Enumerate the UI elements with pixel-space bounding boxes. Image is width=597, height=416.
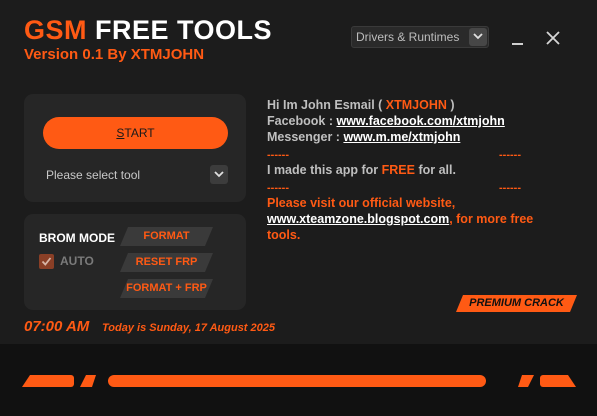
title-rest: FREE TOOLS (95, 15, 273, 45)
greeting-line: Hi Im John Esmail ( XTMJOHN ) (267, 98, 455, 112)
messenger-line: Messenger : www.m.me/xtmjohn (267, 130, 461, 144)
divider-right: ------ (499, 182, 521, 194)
messenger-link[interactable]: www.m.me/xtmjohn (343, 130, 460, 144)
app-window: GSM FREE TOOLS Version 0.1 By XTMJOHN Dr… (0, 0, 597, 416)
format-button[interactable]: FORMAT (120, 227, 213, 246)
check-icon (41, 257, 52, 266)
version-label: Version 0.1 By XTMJOHN (24, 46, 205, 63)
tool-panel: START Please select tool (24, 94, 246, 202)
footer-progress-bar (108, 375, 486, 387)
divider-right: ------ (499, 149, 521, 161)
start-button[interactable]: START (43, 117, 228, 149)
reset-frp-button[interactable]: RESET FRP (120, 253, 213, 272)
start-button-label: TART (124, 126, 155, 140)
format-frp-button[interactable]: FORMAT + FRP (120, 279, 213, 298)
footer-deco (80, 375, 96, 387)
premium-crack-button[interactable]: PREMIUM CRACK (456, 295, 577, 312)
divider-left: ------ (267, 182, 289, 194)
today-date: Today is Sunday, 17 August 2025 (102, 322, 275, 334)
brom-mode-label: BROM MODE (39, 231, 115, 245)
divider-left: ------ (267, 149, 289, 161)
footer-deco (540, 375, 576, 387)
dropdown-value: Drivers & Runtimes (356, 30, 460, 44)
auto-checkbox[interactable] (39, 254, 54, 269)
close-icon[interactable] (545, 30, 561, 46)
tool-select[interactable]: Please select tool (46, 168, 140, 182)
minimize-icon[interactable] (508, 28, 526, 46)
tools-line: tools. (267, 228, 301, 242)
free-line: I made this app for FREE for all. (267, 163, 456, 177)
visit-line: Please visit our official website, (267, 196, 456, 210)
title-brand: GSM (24, 15, 88, 45)
clock-time: 07:00 AM (24, 318, 90, 335)
auto-label: AUTO (60, 254, 94, 268)
drivers-runtimes-dropdown[interactable]: Drivers & Runtimes (351, 26, 489, 48)
chevron-down-icon[interactable] (210, 165, 228, 184)
facebook-line: Facebook : www.facebook.com/xtmjohn (267, 114, 505, 128)
website-link[interactable]: www.xteamzone.blogspot.com (267, 212, 449, 226)
brom-panel: BROM MODE AUTO FORMAT RESET FRP FORMAT +… (24, 214, 246, 310)
facebook-link[interactable]: www.facebook.com/xtmjohn (336, 114, 504, 128)
author-name: XTMJOHN (385, 98, 447, 112)
footer-bar (0, 344, 597, 416)
app-title: GSM FREE TOOLS (24, 14, 272, 46)
footer-deco (22, 375, 74, 387)
website-line: www.xteamzone.blogspot.com, for more fre… (267, 212, 534, 226)
footer-deco (518, 375, 534, 387)
chevron-down-icon[interactable] (469, 28, 487, 46)
